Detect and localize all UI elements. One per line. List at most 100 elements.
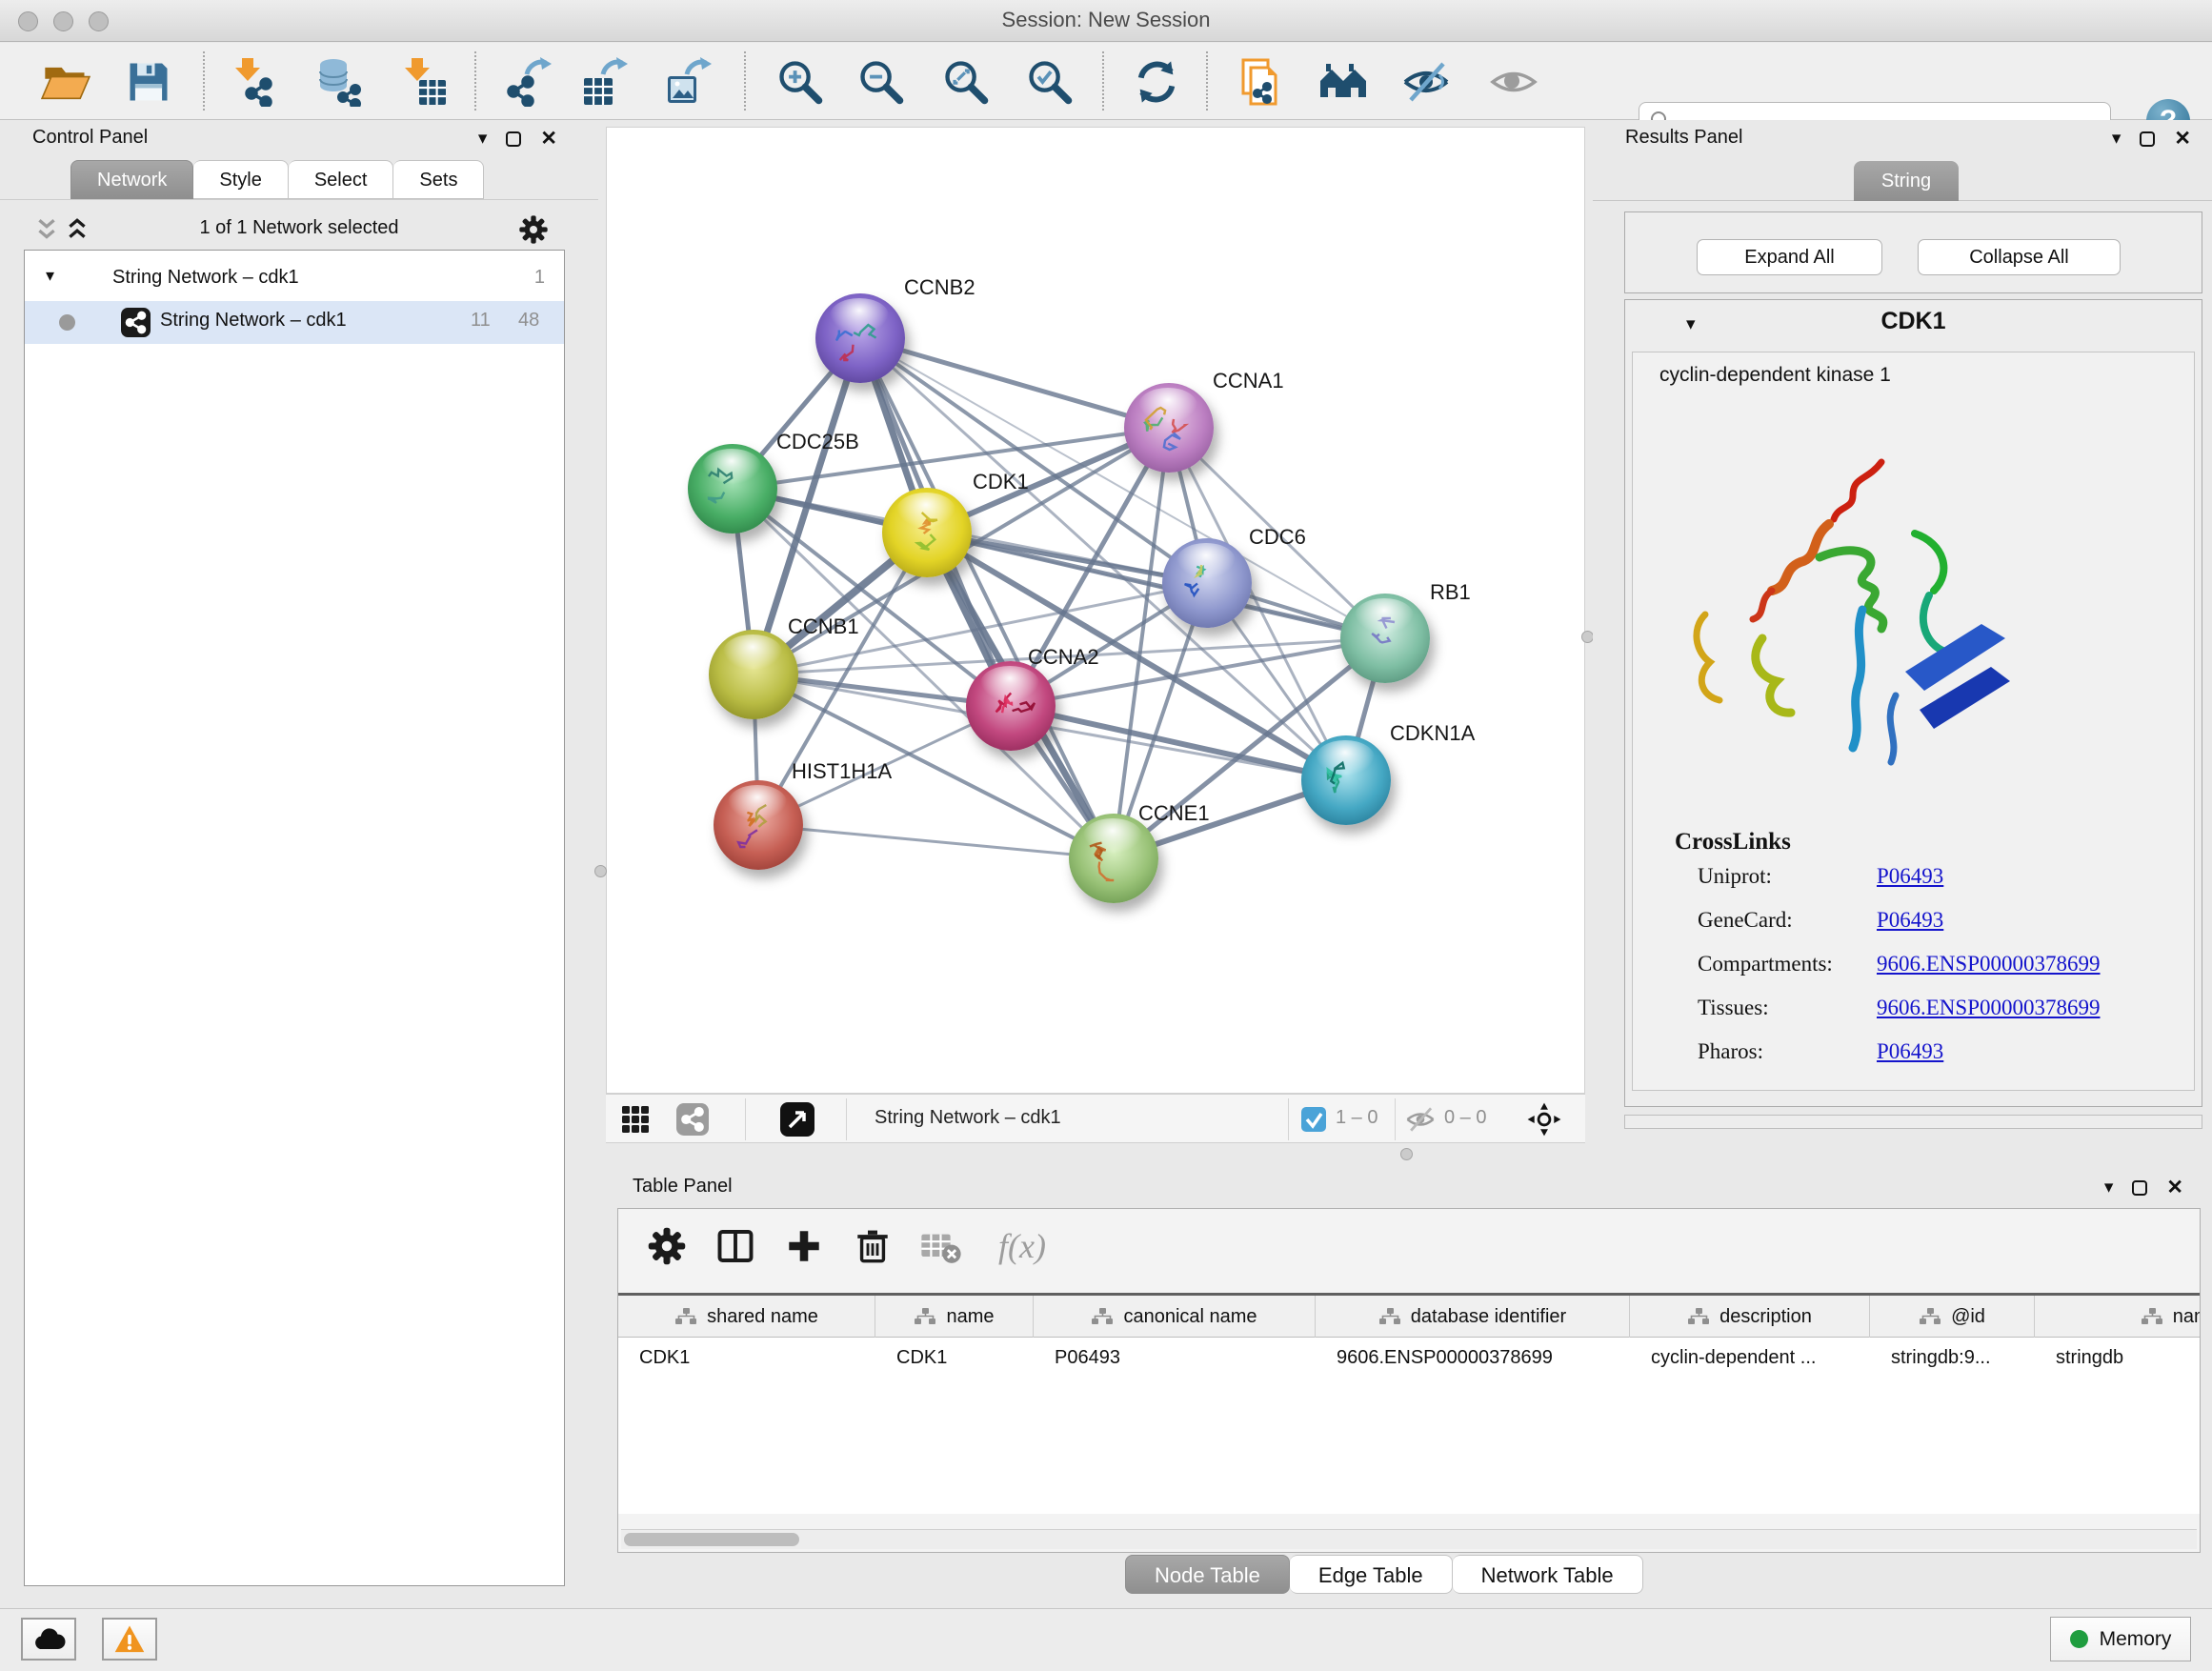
network-node-RB1[interactable] (1340, 594, 1430, 683)
import-network-from-file-icon[interactable] (229, 55, 282, 109)
memory-button[interactable]: Memory (2050, 1617, 2191, 1661)
crosslink-link[interactable]: P06493 (1877, 1039, 1943, 1064)
table-cell[interactable]: cyclin-dependent ... (1630, 1339, 1870, 1377)
export-table-icon[interactable] (578, 55, 632, 109)
zoom-selected-icon[interactable] (1023, 55, 1076, 109)
panel-collapse-icon[interactable]: ▾ (2112, 129, 2122, 150)
tab-network-table[interactable]: Network Table (1453, 1555, 1643, 1594)
delete-table-icon[interactable] (919, 1224, 963, 1268)
open-session-icon[interactable] (39, 55, 92, 109)
panel-float-icon[interactable] (2132, 1180, 2147, 1196)
node-label-RB1: RB1 (1430, 580, 1471, 605)
tab-network[interactable]: Network (70, 160, 193, 199)
table-cell[interactable]: 9606.ENSP00000378699 (1316, 1339, 1630, 1377)
column-header-name[interactable]: name (875, 1296, 1034, 1338)
panel-close-icon[interactable]: ✕ (540, 129, 557, 150)
function-builder-icon[interactable]: f(x) (984, 1224, 1060, 1268)
panel-float-icon[interactable] (2140, 131, 2155, 147)
show-hidden-icon[interactable] (1487, 55, 1540, 109)
table-cell[interactable]: CDK1 (618, 1339, 875, 1377)
hidden-eye-icon[interactable] (1402, 1102, 1438, 1137)
crosslink-row: Compartments:9606.ENSP00000378699 (1633, 952, 2194, 980)
network-share-icon[interactable] (674, 1102, 711, 1137)
column-header--id[interactable]: @id (1870, 1296, 2035, 1338)
network-node-CCNE1[interactable] (1069, 814, 1158, 903)
tab-select[interactable]: Select (289, 160, 394, 199)
network-row-selected[interactable]: String Network – cdk1 11 48 (25, 301, 564, 344)
save-session-icon[interactable] (122, 55, 175, 109)
create-column-plus-icon[interactable] (782, 1224, 826, 1268)
show-columns-icon[interactable] (714, 1224, 757, 1268)
delete-column-trash-icon[interactable] (851, 1224, 895, 1268)
table-cell[interactable]: CDK1 (875, 1339, 1034, 1377)
grid-view-icon[interactable] (617, 1102, 654, 1137)
table-horizontal-scrollbar[interactable] (621, 1529, 2197, 1549)
edge-CCNA1-CCNE1[interactable] (1114, 428, 1169, 858)
panel-float-icon[interactable] (506, 131, 521, 147)
table-cell[interactable]: P06493 (1034, 1339, 1316, 1377)
network-options-gear-icon[interactable] (518, 214, 549, 245)
panel-collapse-icon[interactable]: ▾ (2104, 1178, 2114, 1198)
table-cell[interactable]: stringdb (2035, 1339, 2201, 1377)
export-network-icon[interactable] (502, 55, 555, 109)
scrollbar-thumb[interactable] (624, 1533, 799, 1546)
table-cell[interactable]: stringdb:9... (1870, 1339, 2035, 1377)
network-collection-row[interactable]: ▾ String Network – cdk1 1 (25, 258, 564, 301)
tab-sets[interactable]: Sets (393, 160, 484, 199)
zoom-out-icon[interactable] (855, 55, 908, 109)
cloud-button[interactable] (21, 1618, 76, 1661)
network-node-CCNA1[interactable] (1124, 383, 1214, 473)
zoom-in-icon[interactable] (774, 55, 827, 109)
hide-selected-icon[interactable] (1399, 55, 1453, 109)
tab-string[interactable]: String (1854, 161, 1959, 201)
export-image-icon[interactable] (662, 55, 715, 109)
network-node-CDK1[interactable] (882, 488, 972, 577)
horizontal-splitter-handle[interactable] (1400, 1148, 1413, 1160)
tab-style[interactable]: Style (193, 160, 288, 199)
tab-edge-table[interactable]: Edge Table (1290, 1555, 1453, 1594)
network-node-CDC25B[interactable] (688, 444, 777, 534)
warnings-button[interactable] (102, 1618, 157, 1661)
results-scrollbar-track[interactable] (1624, 1115, 2202, 1129)
show-all-neighbors-icon[interactable] (1317, 55, 1370, 109)
string-network-icon (121, 308, 151, 337)
column-header-canonical-name[interactable]: canonical name (1034, 1296, 1316, 1338)
network-node-HIST1H1A[interactable] (714, 780, 803, 870)
crosslink-row: GeneCard:P06493 (1633, 908, 2194, 936)
column-header-description[interactable]: description (1630, 1296, 1870, 1338)
panel-close-icon[interactable]: ✕ (2166, 1178, 2183, 1198)
crosslink-link[interactable]: 9606.ENSP00000378699 (1877, 952, 2101, 976)
crosslink-link[interactable]: P06493 (1877, 864, 1943, 889)
status-bar: Memory (0, 1608, 2212, 1671)
network-node-CDC6[interactable] (1162, 538, 1252, 628)
import-network-from-database-icon[interactable] (312, 55, 366, 109)
crosslink-label: Pharos: (1698, 1039, 1763, 1064)
network-node-CCNB2[interactable] (815, 293, 905, 383)
zoom-fit-content-icon[interactable] (939, 55, 993, 109)
birds-eye-view-icon[interactable] (779, 1102, 815, 1137)
network-node-CDKN1A[interactable] (1301, 735, 1391, 825)
network-node-CCNA2[interactable] (966, 661, 1056, 751)
crosshair-icon[interactable] (1526, 1102, 1562, 1137)
edge-CCNB2-CCNE1[interactable] (860, 338, 1114, 858)
expand-all-button[interactable]: Expand All (1697, 239, 1882, 275)
panel-close-icon[interactable]: ✕ (2174, 129, 2191, 150)
column-header-database-identifier[interactable]: database identifier (1316, 1296, 1630, 1338)
collapse-all-button[interactable]: Collapse All (1918, 239, 2121, 275)
import-table-from-file-icon[interactable] (398, 55, 452, 109)
selected-checkbox-icon[interactable] (1296, 1102, 1332, 1137)
clone-network-icon[interactable] (1234, 55, 1287, 109)
panel-collapse-icon[interactable]: ▾ (478, 129, 488, 150)
crosslink-link[interactable]: P06493 (1877, 908, 1943, 933)
edge-CCNB2-CCNA1[interactable] (860, 338, 1169, 428)
crosslink-link[interactable]: 9606.ENSP00000378699 (1877, 996, 2101, 1020)
tab-node-table[interactable]: Node Table (1125, 1555, 1290, 1594)
column-header-shared-name[interactable]: shared name (618, 1296, 875, 1338)
network-node-CCNB1[interactable] (709, 630, 798, 719)
column-header-namespace[interactable]: namespace (2035, 1296, 2201, 1338)
apply-preferred-layout-icon[interactable] (1130, 55, 1183, 109)
tree-expand-icon[interactable]: ▾ (46, 266, 54, 286)
network-canvas[interactable]: CCNB2CCNA1CDC25BCDK1CDC6RB1CCNB1CCNA2CDK… (606, 127, 1585, 1094)
vertical-splitter-handle[interactable] (594, 865, 607, 877)
table-settings-gear-icon[interactable] (645, 1224, 689, 1268)
